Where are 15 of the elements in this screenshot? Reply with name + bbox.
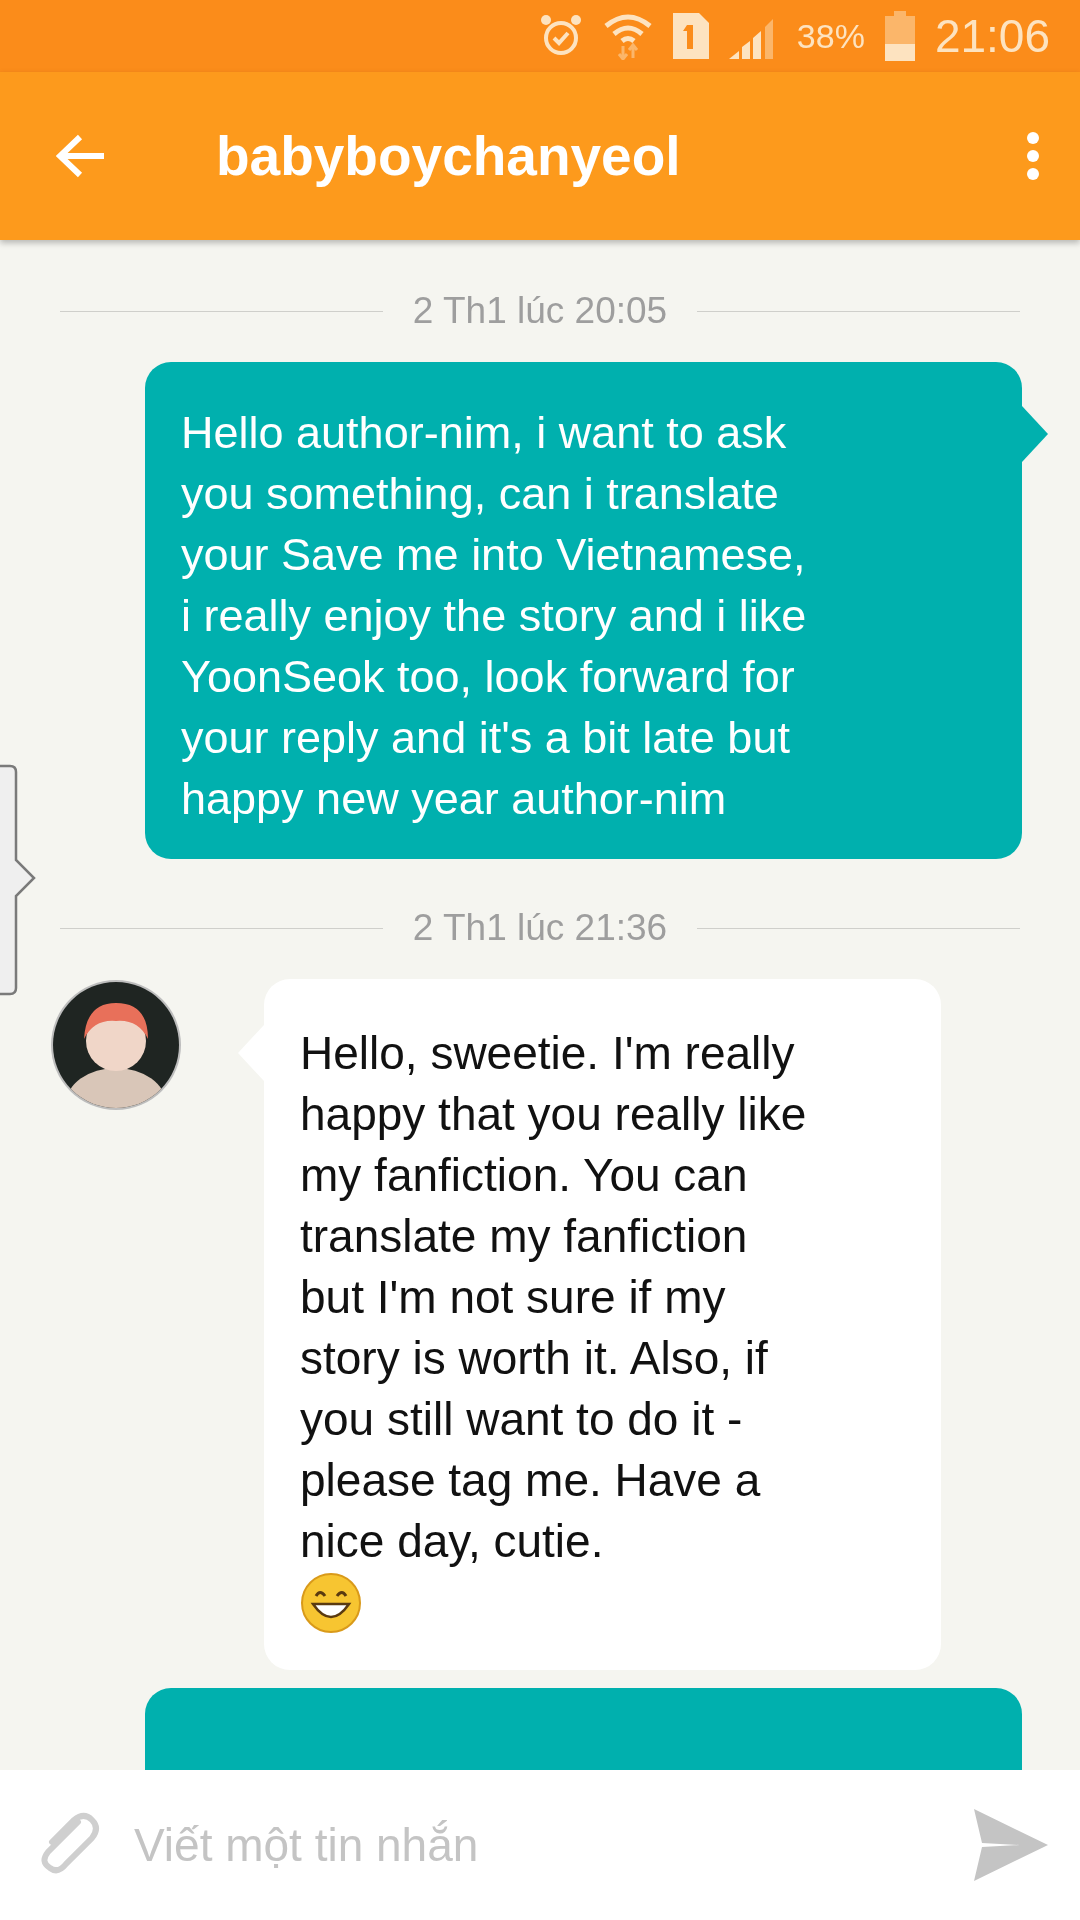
message-text: Hello author-nim, i want to ask you something, can i translate your Save me into Vietnamese, i really enjoy the story and i like YoonSeok too, look forward for your reply and it's a bit late but happy new year author-nim bbox=[181, 406, 808, 826]
date-separator: 2 Th1 lúc 20:05 bbox=[412, 290, 668, 332]
chat-title: babyboychanyeol bbox=[216, 124, 682, 188]
avatar[interactable] bbox=[50, 979, 182, 1111]
message-composer-bar[interactable]: Viết một tin nhắn bbox=[0, 1770, 1080, 1920]
side-panel-handle[interactable] bbox=[0, 764, 36, 996]
battery-icon bbox=[884, 11, 915, 61]
battery-percentage: 38% bbox=[796, 16, 865, 56]
sim-card-icon bbox=[672, 13, 709, 59]
wifi-icon bbox=[602, 12, 653, 60]
date-separator: 2 Th1 lúc 21:36 bbox=[412, 907, 668, 949]
clock-time: 21:06 bbox=[934, 9, 1050, 63]
message-text: Hello, sweetie. I'm really happy that you really like my fanfiction. You can translate my fanfiction but I'm not sure if my story is worth it. Also, if you still want to do it - please tag me. Have a nice day, cutie. bbox=[300, 1026, 808, 1569]
back-arrow-icon[interactable] bbox=[56, 134, 106, 178]
send-icon[interactable] bbox=[972, 1807, 1050, 1883]
